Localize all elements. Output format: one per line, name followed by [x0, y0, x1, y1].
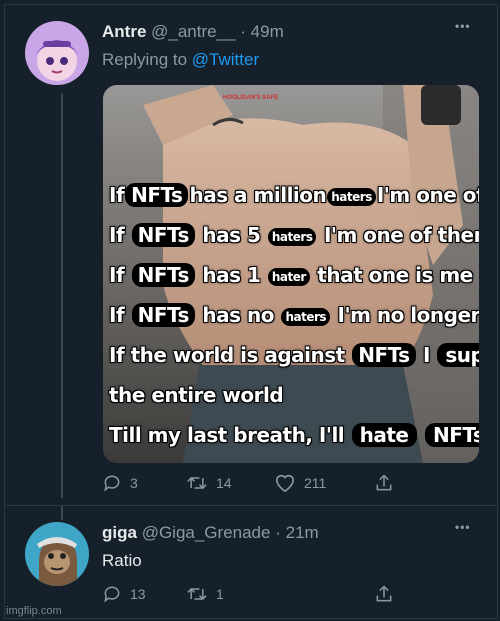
tweet-header: giga @Giga_Grenade · 21m	[102, 523, 319, 543]
retweet-button[interactable]: 14	[186, 473, 274, 493]
tweet-header: Antre @_antre__ · 49m	[102, 22, 284, 42]
imgflip-watermark: imgflip.com	[6, 605, 62, 617]
like-button[interactable]: 211	[274, 473, 374, 493]
meme-line-3: If NFTs has 1 hater that one is me	[109, 263, 473, 287]
handle[interactable]: @Giga_Grenade	[142, 523, 271, 542]
reply-icon	[104, 475, 120, 492]
retweet-icon	[187, 587, 207, 601]
share-icon	[376, 585, 392, 602]
avatar[interactable]	[25, 522, 89, 586]
display-name[interactable]: Antre	[102, 22, 146, 41]
tweet-antre[interactable]: Antre @_antre__ · 49m ••• Replying to @T…	[5, 5, 497, 500]
meme-line-7: Till my last breath, I'll hate NFTs	[109, 423, 479, 447]
heart-icon	[275, 474, 295, 493]
timeline-frame: Antre @_antre__ · 49m ••• Replying to @T…	[4, 4, 498, 619]
meme-line-5: If the world is against NFTs I support	[109, 343, 479, 367]
avatar[interactable]	[25, 21, 89, 85]
retweet-count: 1	[216, 586, 224, 602]
share-button[interactable]	[374, 473, 394, 493]
timestamp[interactable]: 49m	[251, 22, 284, 41]
display-name[interactable]: giga	[102, 523, 137, 542]
thread-line-top	[61, 506, 63, 520]
meme-tiny-logo: HOOLIGAN'S SAFE	[223, 95, 279, 101]
tweet-giga[interactable]: giga @Giga_Grenade · 21m ••• Ratio 13 1	[5, 506, 497, 618]
meme-line-4: If NFTs has no haters I'm no longer aliv…	[109, 303, 479, 327]
retweet-button[interactable]: 1	[186, 584, 374, 604]
mention-link[interactable]: @Twitter	[192, 50, 259, 69]
separator-dot: ·	[240, 22, 246, 41]
reply-icon	[104, 586, 120, 603]
more-options-icon[interactable]: •••	[455, 19, 471, 33]
handle[interactable]: @_antre__	[151, 22, 235, 41]
reply-button[interactable]: 3	[102, 473, 186, 493]
retweet-count: 14	[216, 475, 232, 491]
like-count: 211	[304, 475, 327, 491]
avatar-ape-icon	[25, 522, 89, 586]
retweet-icon	[187, 476, 207, 490]
thread-line	[61, 93, 63, 498]
meme-line-1: IfNFTshas a millionhatersI'm one of them	[109, 183, 479, 207]
share-button[interactable]	[374, 584, 394, 604]
reply-button[interactable]: 13	[102, 584, 186, 604]
separator-dot: ·	[275, 523, 281, 542]
replying-to-label: Replying to	[102, 50, 188, 69]
tweet-actions: 13 1	[102, 584, 394, 604]
reply-count: 3	[130, 475, 138, 491]
reply-count: 13	[130, 586, 146, 602]
share-icon	[376, 474, 392, 491]
meme-line-2: If NFTs has 5 haters I'm one of them	[109, 223, 479, 247]
tweet-text: Ratio	[102, 551, 142, 570]
replying-to: Replying to @Twitter	[102, 50, 259, 70]
timestamp[interactable]: 21m	[286, 523, 319, 542]
meme-line-6: the entire world	[109, 383, 284, 407]
tweet-image[interactable]: HOOLIGAN'S SAFE If NFTs has a million hater…	[103, 85, 479, 463]
avatar-anime-girl-icon	[25, 21, 89, 85]
more-options-icon[interactable]: •••	[455, 520, 471, 534]
tweet-actions: 3 14 211	[102, 473, 394, 493]
